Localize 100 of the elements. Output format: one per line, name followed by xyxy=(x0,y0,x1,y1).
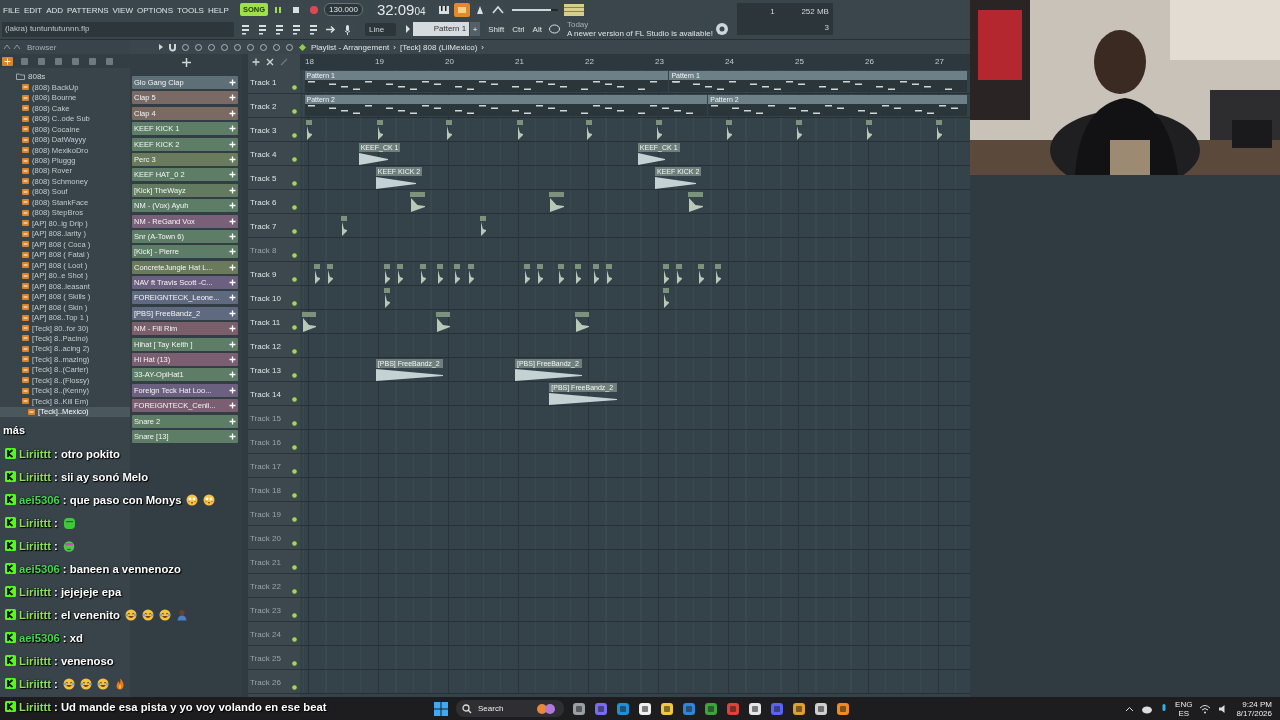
breadcrumb[interactable]: › xyxy=(481,42,484,52)
track-name[interactable]: Track 2 xyxy=(250,102,277,111)
sample-clip[interactable] xyxy=(575,312,590,332)
wifi-icon[interactable] xyxy=(1199,703,1212,714)
browser-tab-icon[interactable] xyxy=(19,56,30,66)
mute-led-icon[interactable] xyxy=(292,685,297,690)
chat-bubble-icon[interactable] xyxy=(546,21,562,37)
track-name[interactable]: Track 6 xyxy=(250,198,277,207)
track-name[interactable]: Track 14 xyxy=(250,390,281,399)
mute-led-icon[interactable] xyxy=(292,301,297,306)
mute-led-icon[interactable] xyxy=(292,205,297,210)
sample-clip[interactable] xyxy=(314,264,321,284)
track-name[interactable]: Track 18 xyxy=(250,486,281,495)
menu-item[interactable]: FILE xyxy=(3,5,20,15)
sample-clip[interactable] xyxy=(688,192,704,212)
timeline-ruler[interactable]: 18 19 20 21 22 23 24 25 26 27 xyxy=(300,54,970,70)
track-name[interactable]: Track 16 xyxy=(250,438,281,447)
sample-clip[interactable] xyxy=(675,264,682,284)
breadcrumb[interactable]: [Teck] 808 (LilMexico) xyxy=(399,42,478,52)
breadcrumb[interactable]: Playlist - Arrangement xyxy=(311,42,390,52)
track-lane[interactable] xyxy=(300,262,970,286)
track-name[interactable]: Track 24 xyxy=(250,630,281,639)
track-name[interactable]: Track 23 xyxy=(250,606,281,615)
chat-username[interactable]: aei5306 xyxy=(19,631,60,644)
browser-tab-icon[interactable] xyxy=(53,56,64,66)
track-lane[interactable] xyxy=(300,118,970,142)
sample-clip[interactable] xyxy=(663,288,670,308)
mute-led-icon[interactable] xyxy=(292,613,297,618)
track-lane[interactable] xyxy=(300,526,970,550)
track-lane[interactable] xyxy=(300,430,970,454)
track-lane[interactable] xyxy=(300,502,970,526)
track-lane[interactable] xyxy=(300,646,970,670)
sample-clip[interactable] xyxy=(866,120,873,140)
magnet-icon[interactable] xyxy=(168,42,177,52)
track-name[interactable]: Track 9 xyxy=(250,270,277,279)
chat-username[interactable]: Liriittt xyxy=(19,677,51,690)
sample-clip[interactable] xyxy=(340,216,347,236)
mute-led-icon[interactable] xyxy=(292,637,297,642)
sample-clip[interactable] xyxy=(592,264,599,284)
track-lane[interactable] xyxy=(300,310,970,334)
sample-clip[interactable] xyxy=(726,120,733,140)
sample-clip[interactable] xyxy=(420,264,427,284)
add-pattern-button[interactable]: + xyxy=(470,22,481,37)
windows-icon[interactable] xyxy=(434,701,448,716)
track-name[interactable]: Track 22 xyxy=(250,582,281,591)
mute-led-icon[interactable] xyxy=(292,517,297,522)
mute-led-icon[interactable] xyxy=(292,85,297,90)
sample-clip[interactable] xyxy=(306,120,313,140)
chat-username[interactable]: Liriittt xyxy=(19,700,51,713)
mute-led-icon[interactable] xyxy=(292,493,297,498)
track-name[interactable]: Track 4 xyxy=(250,150,277,159)
folder-name[interactable]: 808s xyxy=(28,71,46,81)
track-name[interactable]: Track 20 xyxy=(250,534,281,543)
sample-clip[interactable] xyxy=(384,288,390,308)
track-name[interactable]: Track 5 xyxy=(250,174,277,183)
mute-led-icon[interactable] xyxy=(292,445,297,450)
caret-icon[interactable] xyxy=(158,43,164,51)
clock-date[interactable]: 8/17/2026 xyxy=(1236,708,1272,718)
close-icon[interactable] xyxy=(266,58,274,66)
track-lane[interactable] xyxy=(300,334,970,358)
tempo-display[interactable]: 130.000 xyxy=(324,3,363,17)
track-name[interactable]: Track 17 xyxy=(250,462,281,471)
mute-led-icon[interactable] xyxy=(292,181,297,186)
sample-clip[interactable] xyxy=(663,264,670,284)
track-name[interactable]: Track 3 xyxy=(250,126,277,135)
move-icon[interactable] xyxy=(180,56,192,68)
chat-username[interactable]: Liriittt xyxy=(19,654,51,667)
sample-clip[interactable] xyxy=(549,192,565,212)
sample-clip[interactable] xyxy=(327,264,334,284)
sample-clip[interactable] xyxy=(698,264,705,284)
mute-led-icon[interactable] xyxy=(292,565,297,570)
breadcrumb[interactable]: › xyxy=(393,42,396,52)
track-name[interactable]: Track 19 xyxy=(250,510,281,519)
mute-led-icon[interactable] xyxy=(292,277,297,282)
browser-tab-icon[interactable] xyxy=(104,56,115,66)
mute-led-icon[interactable] xyxy=(292,253,297,258)
track-lane[interactable] xyxy=(300,406,970,430)
sample-clip[interactable] xyxy=(586,120,593,140)
pattern-selector[interactable]: Pattern 1 xyxy=(413,22,470,37)
track-lane[interactable] xyxy=(300,478,970,502)
master-volume-slider[interactable] xyxy=(511,8,558,11)
mute-led-icon[interactable] xyxy=(292,661,297,666)
chat-username[interactable]: aei5306 xyxy=(19,562,60,575)
track-name[interactable]: Track 13 xyxy=(250,366,281,375)
track-name[interactable]: Track 1 xyxy=(250,78,277,87)
sample-clip[interactable] xyxy=(795,120,802,140)
track-name[interactable]: Track 12 xyxy=(250,342,281,351)
mute-led-icon[interactable] xyxy=(292,133,297,138)
mute-led-icon[interactable] xyxy=(292,325,297,330)
sample-clip[interactable] xyxy=(516,120,523,140)
track-lane[interactable] xyxy=(300,190,970,214)
mute-led-icon[interactable] xyxy=(292,229,297,234)
track-name[interactable]: Track 15 xyxy=(250,414,281,423)
sample-clip[interactable] xyxy=(558,264,565,284)
mute-led-icon[interactable] xyxy=(292,397,297,402)
sample-clip[interactable] xyxy=(606,264,613,284)
sample-clip[interactable] xyxy=(376,120,383,140)
menu-item[interactable]: OPTIONS xyxy=(136,5,173,15)
browser-tab-icon[interactable] xyxy=(36,56,47,66)
chat-username[interactable]: aei5306 xyxy=(19,493,60,506)
